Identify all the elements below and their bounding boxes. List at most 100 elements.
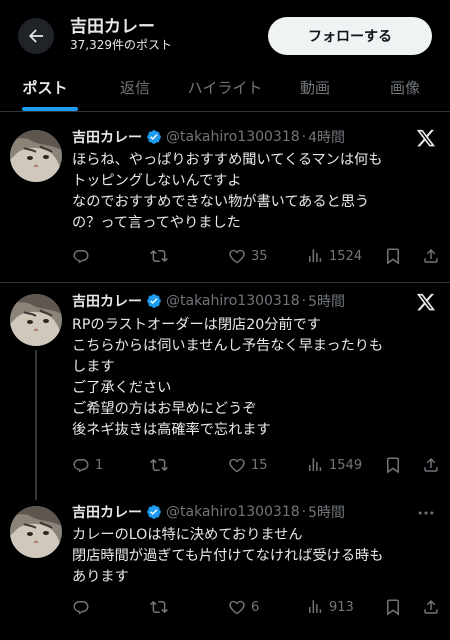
- dot-separator: ·: [301, 504, 307, 520]
- reply-icon: [73, 250, 89, 264]
- author-name[interactable]: 吉田カレー: [72, 291, 142, 311]
- reply-count: 1: [95, 457, 104, 473]
- tweet-3-actions: 6 913: [72, 598, 442, 618]
- tweet-divider: [0, 282, 450, 283]
- tweet-3-header: 吉田カレー @takahiro1300318 · 5時間: [72, 502, 345, 522]
- timestamp[interactable]: 5時間: [308, 291, 345, 311]
- follow-button[interactable]: フォローする: [268, 17, 432, 55]
- tweet-2-text: RPのラストオーダーは閉店20分前です こちらからは伺いませんし予告なく早まった…: [72, 315, 442, 441]
- tweet-text-line: ご希望の方はお早めにどうぞ: [72, 401, 257, 417]
- repost-button[interactable]: [150, 598, 173, 616]
- bookmark-button[interactable]: [384, 456, 402, 474]
- tab-posts[interactable]: ポスト: [0, 64, 90, 111]
- reply-button[interactable]: [72, 598, 95, 616]
- bookmark-button[interactable]: [384, 598, 402, 616]
- share-icon: [424, 599, 438, 614]
- repost-icon: [150, 249, 168, 263]
- tweet-text-line: 閉店時間が過ぎても片付けてなければ受ける時も: [72, 548, 384, 564]
- timestamp[interactable]: 4時間: [308, 127, 345, 147]
- bookmark-icon: [387, 599, 399, 616]
- verified-badge-icon: [146, 129, 162, 145]
- author-handle[interactable]: @takahiro1300318: [166, 504, 300, 520]
- tab-videos[interactable]: 動画: [270, 64, 360, 111]
- heart-icon: [229, 600, 245, 615]
- share-icon: [424, 457, 438, 472]
- tweet-text-line: トッピングしないんですよ: [72, 173, 242, 189]
- share-button[interactable]: [422, 247, 440, 265]
- x-logo-icon: [416, 293, 436, 311]
- profile-name: 吉田カレー: [70, 17, 155, 37]
- dot-separator: ·: [301, 293, 307, 309]
- tweet-3-text: カレーのLOは特に決めておりません 閉店時間が過ぎても片付けてなければ受ける時も…: [72, 525, 442, 588]
- tweet-text-line: します: [72, 359, 115, 375]
- timestamp[interactable]: 5時間: [308, 502, 345, 522]
- tab-replies[interactable]: 返信: [90, 64, 180, 111]
- repost-icon: [150, 600, 168, 614]
- avatar[interactable]: [10, 294, 62, 346]
- analytics-icon: [309, 249, 322, 262]
- bookmark-icon: [387, 457, 399, 474]
- profile-header: 吉田カレー 37,329件のポスト フォローする: [0, 0, 450, 70]
- analytics-icon: [309, 458, 322, 471]
- reply-button[interactable]: 1: [72, 456, 103, 474]
- tweet-1-actions: 35 1524: [72, 247, 442, 267]
- share-icon: [424, 248, 438, 263]
- view-count: 913: [329, 599, 354, 615]
- like-button[interactable]: 15: [228, 456, 268, 474]
- tab-highlights[interactable]: ハイライト: [180, 64, 270, 111]
- heart-icon: [229, 249, 245, 264]
- cat-avatar-icon: [10, 506, 62, 558]
- tweet-1-text: ほらね、やっぱりおすすめ聞いてくるマンは何も トッピングしないんですよ なのでお…: [72, 150, 442, 234]
- back-button[interactable]: [18, 18, 54, 54]
- tweet-text-line: 後ネギ抜きは高確率で忘れます: [72, 422, 271, 438]
- bookmark-button[interactable]: [384, 247, 402, 265]
- share-button[interactable]: [422, 598, 440, 616]
- tweet-text-line: カレーのLOは特に決めておりません: [72, 527, 303, 543]
- like-count: 15: [251, 457, 268, 473]
- bookmark-icon: [387, 248, 399, 265]
- reply-icon: [73, 601, 89, 615]
- views-button[interactable]: 913: [306, 598, 354, 616]
- tweet-text-line: の？って言ってやりました: [72, 215, 241, 231]
- repost-icon: [150, 458, 168, 472]
- more-icon: [418, 511, 434, 515]
- cat-avatar-icon: [10, 294, 62, 346]
- tweet-text-line: ご了承ください: [72, 380, 172, 396]
- avatar[interactable]: [10, 506, 62, 558]
- tweet-2-header: 吉田カレー @takahiro1300318 · 5時間: [72, 291, 345, 311]
- repost-button[interactable]: [150, 456, 173, 474]
- like-count: 6: [251, 599, 260, 615]
- tweet-2-actions: 1 15 1549: [72, 456, 442, 476]
- view-count: 1524: [329, 248, 363, 264]
- like-count: 35: [251, 248, 268, 264]
- tab-images[interactable]: 画像: [360, 64, 450, 111]
- author-name[interactable]: 吉田カレー: [72, 127, 142, 147]
- profile-tabs: ポスト 返信 ハイライト 動画 画像: [0, 64, 450, 112]
- views-button[interactable]: 1524: [306, 247, 362, 265]
- tweet-text-line: あります: [72, 569, 129, 585]
- dot-separator: ·: [301, 129, 307, 145]
- author-handle[interactable]: @takahiro1300318: [166, 293, 300, 309]
- thread-connector: [35, 350, 37, 500]
- share-button[interactable]: [422, 456, 440, 474]
- repost-button[interactable]: [150, 247, 173, 265]
- tweet-text-line: なのでおすすめできない物が書いてあると思う: [72, 194, 370, 210]
- tweet-text-line: こちらからは伺いませんし予告なく早まったりも: [72, 338, 384, 354]
- avatar[interactable]: [10, 130, 62, 182]
- reply-button[interactable]: [72, 247, 95, 265]
- tweet-text-line: RPのラストオーダーは閉店20分前です: [72, 317, 321, 333]
- heart-icon: [229, 458, 245, 473]
- cat-avatar-icon: [10, 130, 62, 182]
- like-button[interactable]: 6: [228, 598, 259, 616]
- back-arrow-icon: [29, 29, 44, 43]
- views-button[interactable]: 1549: [306, 456, 362, 474]
- like-button[interactable]: 35: [228, 247, 268, 265]
- tweet-text-line: ほらね、やっぱりおすすめ聞いてくるマンは何も: [72, 152, 383, 168]
- reply-icon: [73, 459, 89, 473]
- x-logo-icon: [416, 129, 436, 147]
- more-options-button[interactable]: [416, 503, 436, 527]
- analytics-icon: [309, 600, 322, 613]
- view-count: 1549: [329, 457, 363, 473]
- author-name[interactable]: 吉田カレー: [72, 502, 142, 522]
- author-handle[interactable]: @takahiro1300318: [166, 129, 300, 145]
